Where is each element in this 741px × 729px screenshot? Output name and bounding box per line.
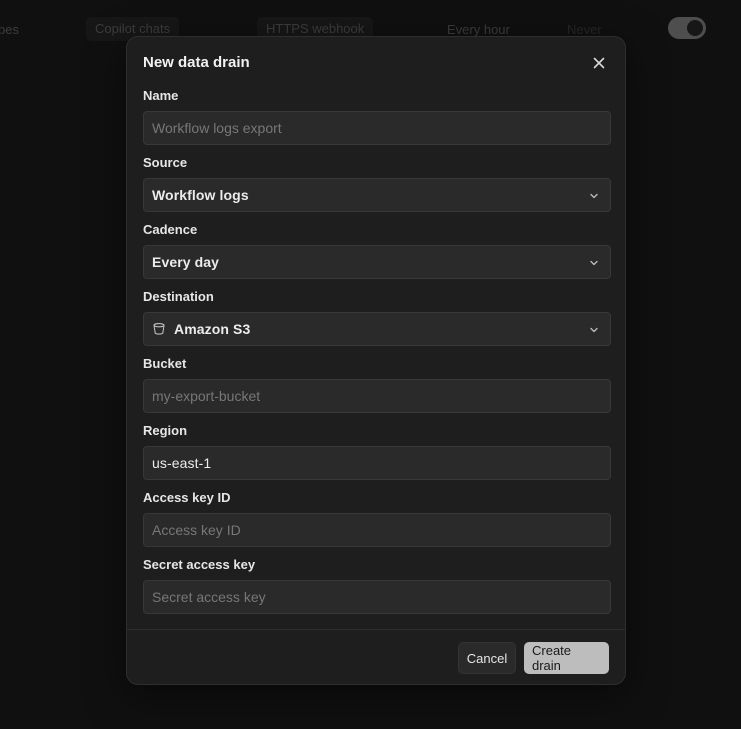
field-destination: Destination Amazon S3 [143,289,611,356]
destination-select[interactable]: Amazon S3 [143,312,611,346]
cancel-button[interactable]: Cancel [458,642,516,674]
new-data-drain-modal: New data drain Name Workflow logs export… [126,36,626,685]
source-label: Source [143,155,188,170]
secret-access-key-input[interactable]: Secret access key [143,580,611,614]
chevron-down-icon [590,327,598,333]
bucket-icon [152,322,166,336]
close-icon [593,57,605,69]
cadence-label: Cadence [143,222,198,237]
modal-header: New data drain [143,53,609,73]
field-cadence: Cadence Every day [143,222,611,289]
field-source: Source Workflow logs [143,155,611,222]
modal-title: New data drain [143,54,250,71]
secret-access-key-label: Secret access key [143,557,256,572]
field-bucket: Bucket my-export-bucket [143,356,611,423]
name-placeholder: Workflow logs export [152,120,282,136]
cadence-select[interactable]: Every day [143,245,611,279]
modal-footer: Cancel Create drain [458,642,609,674]
secret-access-key-placeholder: Secret access key [152,589,266,605]
access-key-id-placeholder: Access key ID [152,522,241,538]
destination-value: Amazon S3 [174,321,251,337]
name-input[interactable]: Workflow logs export [143,111,611,145]
bucket-placeholder: my-export-bucket [152,388,261,404]
destination-label: Destination [143,289,214,304]
create-drain-button[interactable]: Create drain [524,642,609,674]
bucket-input[interactable]: my-export-bucket [143,379,611,413]
chevron-down-icon [590,260,598,266]
close-button[interactable] [589,53,609,73]
drain-form: Name Workflow logs export Source Workflo… [143,88,611,624]
cadence-value: Every day [152,254,220,270]
field-name: Name Workflow logs export [143,88,611,155]
field-access-key-id: Access key ID Access key ID [143,490,611,557]
field-region: Region us-east-1 [143,423,611,490]
footer-divider [127,629,625,630]
region-input[interactable]: us-east-1 [143,446,611,480]
access-key-id-input[interactable]: Access key ID [143,513,611,547]
source-value: Workflow logs [152,187,249,203]
region-label: Region [143,423,188,438]
field-secret-access-key: Secret access key Secret access key [143,557,611,624]
source-select[interactable]: Workflow logs [143,178,611,212]
name-label: Name [143,88,179,103]
bucket-label: Bucket [143,356,187,371]
region-value: us-east-1 [152,455,212,471]
access-key-id-label: Access key ID [143,490,231,505]
chevron-down-icon [590,193,598,199]
